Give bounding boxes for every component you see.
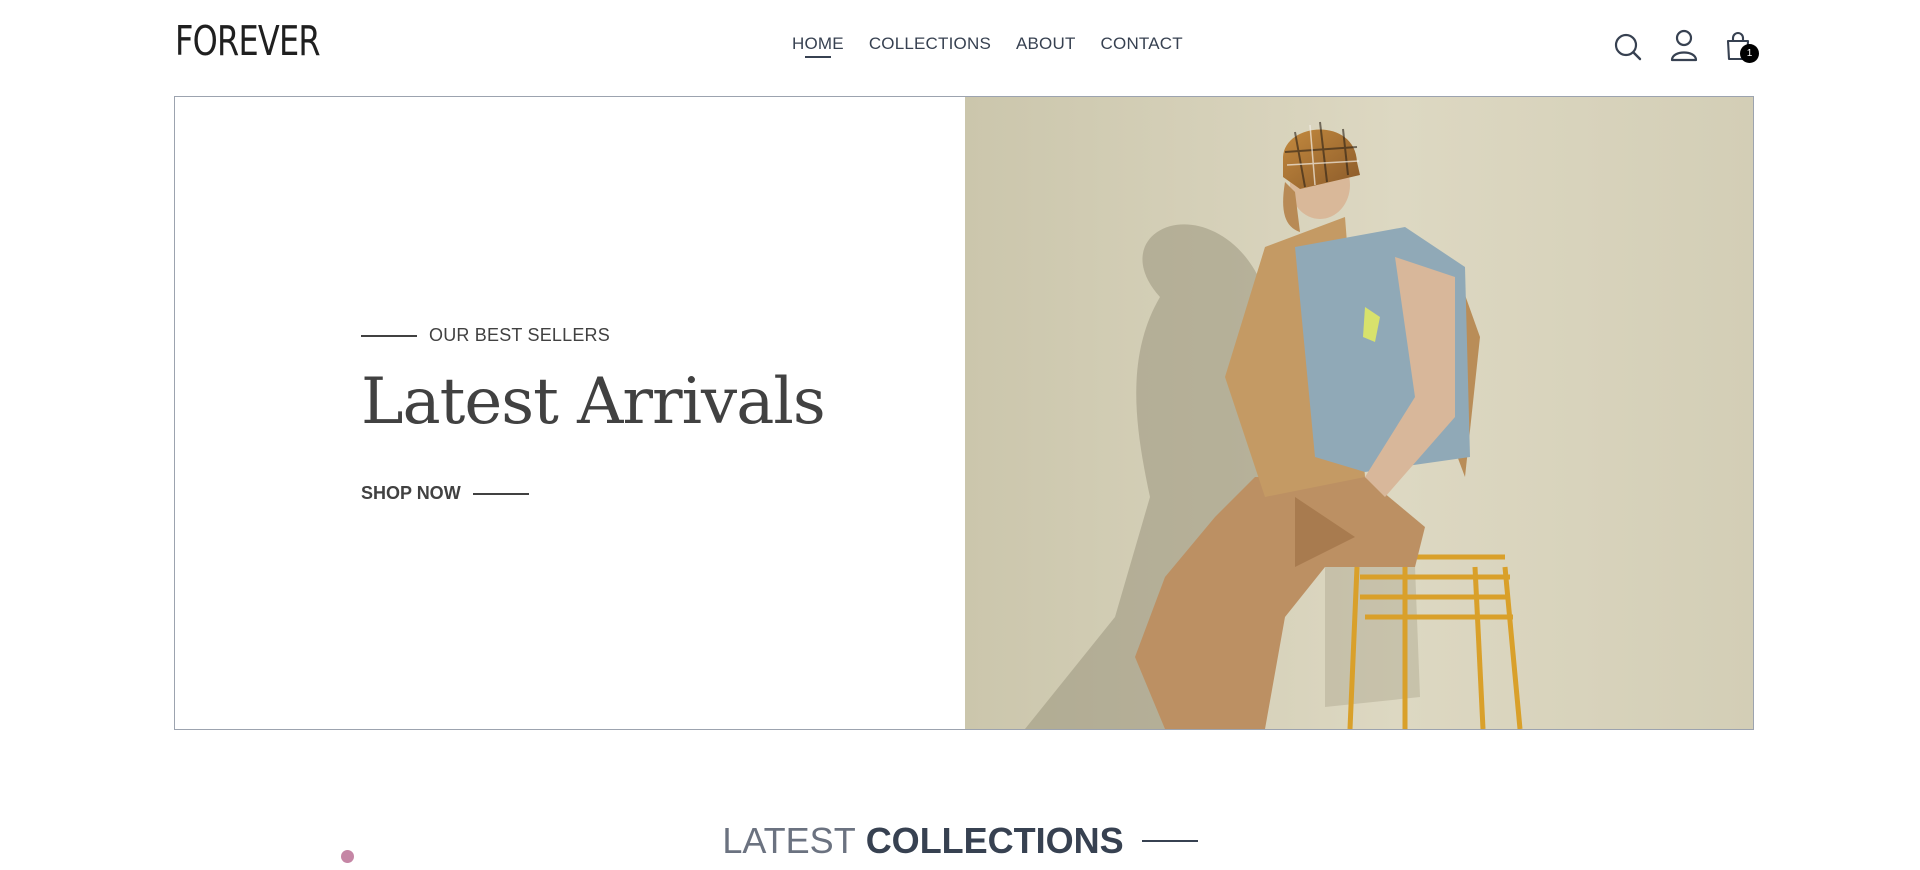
hero-banner: OUR BEST SELLERS Latest Arrivals SHOP NO… xyxy=(174,96,1754,730)
shopping-bag-icon[interactable]: 1 xyxy=(1722,28,1759,64)
hero-image xyxy=(965,97,1753,729)
section-title-bold: COLLECTIONS xyxy=(865,820,1124,861)
latest-collections-heading: LATEST COLLECTIONS xyxy=(0,820,1920,862)
hero-title: Latest Arrivals xyxy=(361,365,826,439)
hero-text-panel: OUR BEST SELLERS Latest Arrivals SHOP NO… xyxy=(175,97,965,729)
hero-tagline: OUR BEST SELLERS xyxy=(429,325,610,345)
cart-count-badge: 1 xyxy=(1740,44,1759,63)
tagline-line xyxy=(361,334,417,337)
shop-now-label: SHOP NOW xyxy=(361,483,461,503)
hero-photo-illustration xyxy=(965,97,1753,729)
section-title-line xyxy=(1141,840,1198,842)
search-icon[interactable] xyxy=(1612,28,1644,64)
shop-now-link[interactable]: SHOP NOW xyxy=(361,483,529,504)
hero-tagline-row: OUR BEST SELLERS xyxy=(361,325,610,346)
shop-now-line xyxy=(472,492,529,495)
section-title-light: LATEST xyxy=(722,820,856,861)
header-icons: 1 xyxy=(0,28,1920,64)
user-icon[interactable] xyxy=(1668,28,1700,64)
